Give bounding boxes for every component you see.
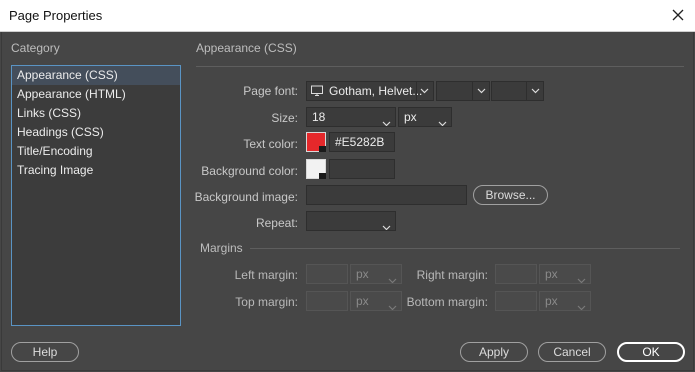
left-margin-label: Left margin: — [234, 268, 298, 282]
page-font-select[interactable]: Gotham, Helvet... — [306, 81, 434, 101]
margins-divider — [250, 248, 680, 249]
chevron-down-icon — [526, 82, 543, 100]
category-list[interactable]: Appearance (CSS) Appearance (HTML) Links… — [11, 65, 181, 326]
text-color-swatch[interactable] — [306, 132, 326, 152]
background-color-label: Background color: — [201, 164, 298, 178]
bottom-margin-unit-select[interactable]: px — [539, 291, 591, 311]
category-item-links-css[interactable]: Links (CSS) — [12, 104, 180, 123]
category-item-tracing-image[interactable]: Tracing Image — [12, 161, 180, 180]
size-select[interactable]: 18 — [306, 107, 396, 127]
margins-label: Margins — [200, 241, 243, 255]
title-bar: Page Properties — [0, 0, 695, 32]
right-margin-label: Right margin: — [416, 268, 488, 282]
size-unit-value: px — [404, 110, 417, 124]
bottom-margin-label: Bottom margin: — [406, 295, 488, 309]
top-margin-unit-value: px — [356, 294, 369, 308]
right-margin-input[interactable] — [495, 264, 537, 284]
left-margin-unit-select[interactable]: px — [350, 264, 402, 284]
top-margin-unit-select[interactable]: px — [350, 291, 402, 311]
size-value: 18 — [312, 110, 326, 124]
background-image-label: Background image: — [194, 190, 298, 204]
repeat-label: Repeat: — [255, 216, 298, 230]
top-margin-input[interactable] — [306, 291, 348, 311]
left-margin-input[interactable] — [306, 264, 348, 284]
browse-button[interactable]: Browse... — [473, 185, 548, 205]
dropdown-corner-icon — [319, 173, 326, 179]
background-color-swatch[interactable] — [306, 159, 326, 179]
category-item-appearance-html[interactable]: Appearance (HTML) — [12, 85, 180, 104]
chevron-down-icon — [472, 82, 489, 100]
category-item-title-encoding[interactable]: Title/Encoding — [12, 142, 180, 161]
close-icon[interactable] — [663, 1, 693, 29]
bottom-margin-unit-value: px — [545, 294, 558, 308]
chevron-down-icon — [577, 298, 586, 310]
page-font-value: Gotham, Helvet... — [329, 84, 423, 98]
chevron-down-icon — [438, 114, 447, 126]
chevron-down-icon — [577, 271, 586, 283]
background-image-input[interactable] — [306, 185, 467, 205]
chevron-down-icon — [388, 271, 397, 283]
right-margin-unit-select[interactable]: px — [539, 264, 591, 284]
bottom-margin-input[interactable] — [495, 291, 537, 311]
apply-button[interactable]: Apply — [460, 342, 528, 362]
right-margin-unit-value: px — [545, 267, 558, 281]
size-label: Size: — [271, 111, 298, 125]
help-button[interactable]: Help — [11, 342, 79, 362]
left-margin-unit-value: px — [356, 267, 369, 281]
font-style-select[interactable] — [436, 81, 490, 101]
text-color-input[interactable]: #E5282B — [329, 132, 395, 152]
top-margin-label: Top margin: — [235, 295, 298, 309]
chevron-down-icon — [388, 298, 397, 310]
ok-button[interactable]: OK — [617, 342, 685, 362]
chevron-down-icon — [416, 82, 433, 100]
repeat-select[interactable] — [306, 211, 396, 231]
dropdown-corner-icon — [319, 146, 326, 152]
font-weight-select[interactable] — [491, 81, 544, 101]
chevron-down-icon — [382, 114, 391, 126]
background-color-input[interactable] — [329, 159, 395, 179]
cancel-button[interactable]: Cancel — [538, 342, 606, 362]
section-title: Appearance (CSS) — [196, 41, 297, 55]
page-font-label: Page font: — [243, 84, 298, 98]
section-divider — [196, 66, 684, 67]
category-label: Category — [11, 41, 60, 55]
category-item-headings-css[interactable]: Headings (CSS) — [12, 123, 180, 142]
size-unit-select[interactable]: px — [398, 107, 452, 127]
chevron-down-icon — [382, 218, 391, 230]
monitor-icon — [311, 84, 323, 100]
text-color-label: Text color: — [243, 137, 298, 151]
category-item-appearance-css[interactable]: Appearance (CSS) — [12, 66, 180, 85]
window-title: Page Properties — [9, 8, 103, 23]
